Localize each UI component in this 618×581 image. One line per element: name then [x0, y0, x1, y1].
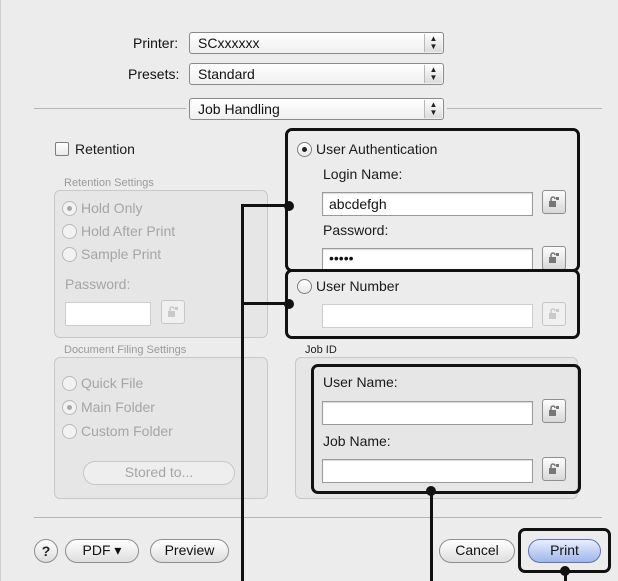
presets-value: Standard — [198, 66, 255, 82]
retention-password-field[interactable] — [65, 302, 151, 326]
retention-label: Retention — [75, 141, 135, 157]
radio-quick-file[interactable] — [62, 376, 77, 391]
panel-value: Job Handling — [198, 101, 280, 117]
main-folder-label: Main Folder — [81, 399, 155, 415]
radio-sample-print[interactable] — [62, 247, 77, 262]
stepper-icon: ▲ ▼ — [424, 65, 442, 83]
key-icon — [168, 306, 178, 317]
help-button[interactable]: ? — [34, 539, 58, 563]
leader-line — [241, 302, 289, 305]
callout-user-authentication — [285, 128, 580, 272]
stored-to-button[interactable]: Stored to... — [83, 461, 235, 485]
quick-file-label: Quick File — [81, 375, 144, 391]
sample-print-label: Sample Print — [81, 246, 162, 262]
retention-checkbox[interactable] — [55, 142, 69, 156]
document-filing-title: Document Filing Settings — [64, 344, 187, 356]
retention-settings-title: Retention Settings — [64, 177, 154, 189]
pdf-button[interactable]: PDF ▾ — [65, 539, 139, 563]
retention-password-label: Password: — [65, 276, 131, 292]
preview-button[interactable]: Preview — [150, 539, 229, 563]
leader-dot — [284, 201, 294, 211]
callout-user-number — [285, 269, 580, 339]
hold-only-label: Hold Only — [81, 200, 143, 216]
callout-job-id — [311, 364, 581, 494]
retention-key-button[interactable] — [161, 300, 185, 324]
presets-label: Presets: — [128, 66, 180, 82]
printer-value: SCxxxxxx — [198, 35, 260, 51]
custom-folder-label: Custom Folder — [81, 423, 173, 439]
presets-select[interactable]: Standard ▲ ▼ — [189, 63, 444, 85]
printer-select[interactable]: SCxxxxxx ▲ ▼ — [189, 32, 444, 54]
radio-hold-after-print[interactable] — [62, 224, 77, 239]
leader-dot — [284, 299, 294, 309]
stepper-icon: ▲ ▼ — [424, 34, 442, 52]
leader-line — [241, 204, 244, 581]
printer-label: Printer: — [133, 35, 179, 51]
hold-after-print-label: Hold After Print — [81, 223, 176, 239]
cancel-button[interactable]: Cancel — [439, 539, 515, 563]
radio-hold-only[interactable] — [62, 201, 77, 216]
stepper-icon: ▲ ▼ — [424, 100, 442, 118]
leader-line — [564, 570, 567, 581]
footer-separator — [34, 517, 602, 518]
job-id-title: Job ID — [305, 344, 337, 356]
panel-select[interactable]: Job Handling ▲ ▼ — [189, 98, 444, 120]
print-dialog: Printer: SCxxxxxx ▲ ▼ Presets: Standard ▲… — [0, 0, 618, 581]
radio-custom-folder[interactable] — [62, 424, 77, 439]
separator-right — [447, 108, 602, 109]
leader-line — [241, 204, 289, 207]
leader-line — [430, 490, 433, 581]
separator-left — [34, 108, 186, 109]
radio-main-folder[interactable] — [62, 400, 77, 415]
